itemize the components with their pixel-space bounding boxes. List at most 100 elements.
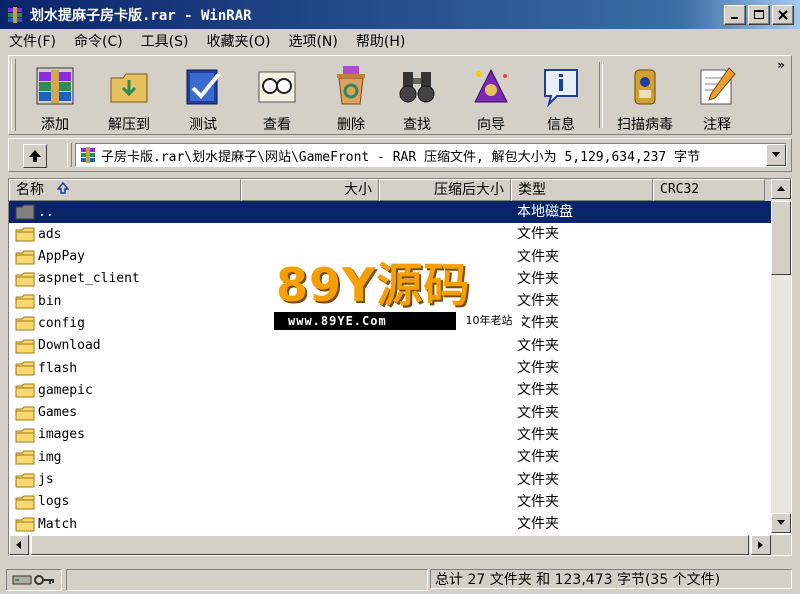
test-button[interactable]: 测试	[171, 60, 235, 133]
watermark-logo: 89Y源码 www.89YE.Com 10年老站	[272, 258, 522, 330]
file-list[interactable]: 名称 大小 压缩后大小 类型 CRC32 .. 本地磁盘 ads 文件夹 AppPay 文…	[8, 178, 792, 556]
minimize-button[interactable]	[724, 5, 746, 25]
file-name-cell: config	[15, 312, 85, 334]
table-row[interactable]: Download 文件夹	[9, 335, 771, 357]
folder-icon	[15, 339, 35, 354]
winrar-app-icon[interactable]	[6, 6, 24, 24]
folder-icon	[15, 227, 35, 242]
file-name-cell: bin	[15, 290, 61, 312]
up-folder-button[interactable]	[23, 144, 47, 168]
comment-label: 注释	[703, 117, 731, 133]
menu-commands[interactable]: 命令(C)	[65, 31, 132, 51]
sort-ascending-icon	[56, 181, 70, 194]
file-type: 文件夹	[517, 270, 559, 287]
vertical-scroll-thumb[interactable]	[771, 201, 791, 275]
folder-icon	[15, 428, 35, 443]
scan-virus-button[interactable]: 扫描病毒	[607, 60, 683, 133]
view-label: 查看	[263, 117, 291, 133]
arrow-right-icon	[758, 541, 763, 549]
file-name: js	[38, 472, 54, 488]
address-grip[interactable]	[67, 143, 72, 167]
file-name-cell: logs	[15, 491, 69, 513]
table-row[interactable]: gamepic 文件夹	[9, 379, 771, 401]
wizard-button[interactable]: 向导	[459, 60, 523, 133]
menu-options[interactable]: 选项(N)	[279, 31, 346, 51]
toolbar-overflow-chevron-icon[interactable]: »	[777, 58, 785, 72]
find-button[interactable]: 查找	[385, 60, 449, 133]
maximize-button[interactable]	[748, 5, 770, 25]
toolbar-separator	[599, 62, 603, 128]
scroll-left-button[interactable]	[9, 535, 29, 555]
file-type: 文件夹	[517, 426, 559, 443]
toolbar: 添加 解压到 测试 查看 删除 查找 向导 信息 扫描病毒 注释 »	[8, 55, 792, 135]
column-crc-header[interactable]: CRC32	[653, 179, 765, 201]
file-type: 文件夹	[517, 226, 559, 243]
file-type: 文件夹	[517, 471, 559, 488]
scroll-up-button[interactable]	[771, 179, 791, 199]
table-row[interactable]: flash 文件夹	[9, 357, 771, 379]
comment-pen-icon	[700, 67, 736, 105]
menu-file[interactable]: 文件(F)	[0, 31, 65, 51]
address-dropdown-button[interactable]	[766, 144, 786, 166]
title-bar[interactable]: 划水提麻子房卡版.rar - WinRAR	[0, 0, 800, 29]
extract-to-button[interactable]: 解压到	[97, 60, 161, 133]
scroll-right-button[interactable]	[751, 535, 771, 555]
file-name: ..	[38, 204, 54, 220]
status-drive-indicator[interactable]	[6, 569, 62, 591]
folder-icon	[15, 250, 35, 265]
file-name: config	[38, 315, 85, 331]
column-name-header[interactable]: 名称	[9, 179, 241, 201]
vertical-scrollbar[interactable]	[771, 179, 791, 533]
scan-virus-label: 扫描病毒	[617, 117, 673, 133]
add-button[interactable]: 添加	[23, 60, 87, 133]
column-type-header[interactable]: 类型	[511, 179, 653, 201]
table-row[interactable]: images 文件夹	[9, 424, 771, 446]
scroll-corner	[771, 535, 791, 555]
extract-to-label: 解压到	[108, 117, 150, 133]
file-name-cell: Games	[15, 402, 77, 424]
table-row[interactable]: img 文件夹	[9, 446, 771, 468]
folder-icon	[15, 294, 35, 309]
file-name: gamepic	[38, 382, 93, 398]
table-row[interactable]: js 文件夹	[9, 469, 771, 491]
column-size-header[interactable]: 大小	[241, 179, 379, 201]
test-label: 测试	[189, 117, 217, 133]
arrow-down-icon	[777, 520, 785, 525]
menu-help[interactable]: 帮助(H)	[347, 31, 414, 51]
parent-folder-row[interactable]: .. 本地磁盘	[9, 201, 771, 224]
scroll-down-button[interactable]	[771, 513, 791, 533]
up-arrow-icon	[29, 150, 41, 162]
file-name-cell: Download	[15, 335, 101, 357]
file-name: images	[38, 427, 85, 443]
list-rows: .. 本地磁盘 ads 文件夹 AppPay 文件夹 aspnet_client 文件夹 bin…	[9, 201, 771, 533]
file-type: 文件夹	[517, 493, 559, 510]
column-packed-header[interactable]: 压缩后大小	[379, 179, 511, 201]
table-row[interactable]: Match 文件夹	[9, 513, 771, 533]
close-button[interactable]	[772, 5, 794, 25]
address-path-text: 子房卡版.rar\划水提麻子\网站\GameFront - RAR 压缩文件, …	[101, 149, 701, 165]
close-icon	[778, 10, 788, 20]
file-name-cell: AppPay	[15, 246, 85, 268]
address-path-combo[interactable]: 子房卡版.rar\划水提麻子\网站\GameFront - RAR 压缩文件, …	[75, 143, 787, 167]
file-name: flash	[38, 360, 78, 376]
menu-tools[interactable]: 工具(S)	[132, 31, 198, 51]
horizontal-scroll-thumb[interactable]	[31, 535, 749, 555]
table-row[interactable]: ads 文件夹	[9, 223, 771, 245]
toolbar-grip[interactable]	[11, 59, 16, 131]
file-name: bin	[38, 293, 62, 309]
table-row[interactable]: logs 文件夹	[9, 491, 771, 513]
menu-favorites[interactable]: 收藏夹(O)	[198, 31, 280, 51]
comment-button[interactable]: 注释	[685, 60, 749, 133]
table-row[interactable]: Games 文件夹	[9, 402, 771, 424]
file-type: 文件夹	[517, 293, 559, 310]
file-name: Match	[38, 516, 78, 532]
view-button[interactable]: 查看	[245, 60, 309, 133]
file-name: Games	[38, 405, 78, 421]
delete-button[interactable]: 删除	[319, 60, 383, 133]
find-label: 查找	[403, 117, 431, 133]
rar-archive-icon	[81, 147, 95, 163]
folder-icon	[15, 361, 35, 376]
status-bar: 总计 27 文件夹 和 123,473 字节(35 个文件)	[0, 563, 800, 594]
info-button[interactable]: 信息	[529, 60, 593, 133]
horizontal-scrollbar[interactable]	[9, 535, 771, 555]
